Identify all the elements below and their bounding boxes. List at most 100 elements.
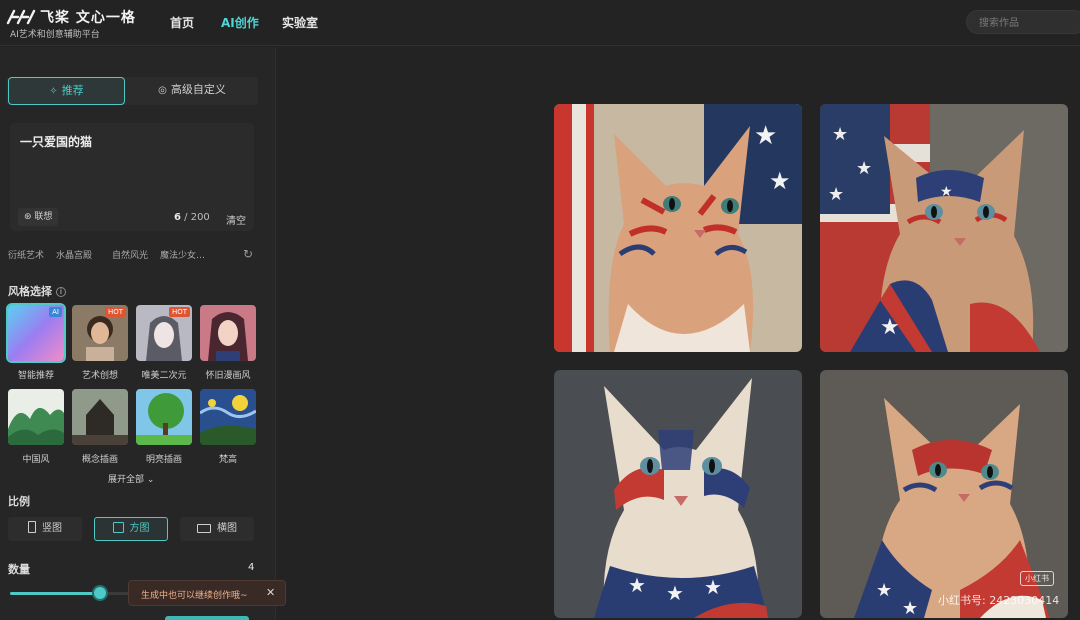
logo-mark-icon	[6, 9, 36, 25]
style-title: 风格选择 i	[8, 283, 66, 299]
tag-item[interactable]: 衍纸艺术	[8, 248, 44, 261]
svg-text:★: ★	[880, 315, 900, 340]
svg-text:★: ★	[704, 575, 722, 599]
svg-text:★: ★	[902, 598, 918, 618]
nav-home[interactable]: 首页	[170, 14, 194, 31]
result-image[interactable]: ★ ★ ★ ★ ★	[820, 104, 1068, 352]
style-thumb	[200, 305, 256, 361]
svg-text:★: ★	[832, 124, 848, 145]
style-label: 怀旧漫画风	[205, 371, 251, 381]
quantity-value: 4	[248, 562, 255, 573]
style-card-van-gogh[interactable]: 梵高	[200, 389, 256, 465]
chevron-down-icon: ⌄	[146, 475, 155, 485]
slider-fill	[10, 592, 100, 595]
style-card-anime[interactable]: HOT 唯美二次元	[136, 305, 192, 381]
cat-flag-image: ★ ★ ★	[554, 104, 802, 352]
result-image[interactable]: ★ ★ ★	[554, 370, 802, 618]
style-label: 智能推荐	[17, 371, 54, 381]
associate-button[interactable]: ⊛ 联想	[18, 208, 59, 226]
style-label: 中国风	[22, 455, 50, 465]
svg-text:★: ★	[856, 158, 872, 179]
style-title-text: 风格选择	[8, 285, 52, 298]
style-card-chinese[interactable]: 中国风	[8, 389, 64, 465]
concept-thumbnail	[72, 389, 128, 445]
style-card-smart[interactable]: AI 智能推荐	[6, 303, 66, 381]
square-icon	[112, 522, 124, 533]
style-card-art[interactable]: HOT 艺术创想	[72, 305, 128, 381]
svg-text:★: ★	[769, 167, 791, 195]
style-card-concept[interactable]: 概念插画	[72, 389, 128, 465]
style-thumb: AI	[6, 303, 66, 363]
quantity-title: 数量	[8, 563, 30, 576]
svg-text:★: ★	[666, 581, 684, 605]
info-icon[interactable]: i	[56, 287, 66, 297]
ratio-square[interactable]: 方图	[94, 517, 168, 541]
chinese-style-thumbnail	[8, 389, 64, 445]
van-gogh-thumbnail	[200, 389, 256, 445]
style-thumb	[200, 389, 256, 445]
tab-advanced-label: 高级自定义	[170, 83, 226, 96]
bright-thumbnail	[136, 389, 192, 445]
nav-ai-create[interactable]: AI创作	[221, 14, 259, 31]
tab-recommend[interactable]: ✧ 推荐	[8, 77, 125, 105]
associate-label: 联想	[34, 212, 53, 222]
generate-button[interactable]	[165, 616, 249, 620]
tab-recommend-label: 推荐	[61, 84, 84, 97]
search-input[interactable]	[979, 12, 1075, 35]
ratio-label: 横图	[217, 523, 237, 534]
clear-button[interactable]: 清空	[226, 212, 246, 227]
toast-text: 生成中也可以继续创作哦~	[141, 591, 248, 601]
expand-label: 展开全部	[108, 475, 145, 485]
style-card-retro-comic[interactable]: 怀旧漫画风	[200, 305, 256, 381]
ratio-label: 竖图	[42, 523, 62, 534]
ratio-portrait[interactable]: 竖图	[8, 517, 82, 541]
tag-item[interactable]: 自然风光	[112, 248, 148, 261]
nav-lab[interactable]: 实验室	[282, 14, 318, 31]
style-label: 艺术创想	[81, 371, 118, 381]
prompt-textarea[interactable]: 一只爱国的猫 ⊛ 联想 6 / 200 清空	[10, 123, 254, 231]
ratio-label: 方图	[129, 523, 150, 534]
ratio-title: 比例	[8, 495, 30, 508]
svg-text:★: ★	[628, 573, 646, 597]
style-label: 概念插画	[81, 455, 118, 465]
slider-handle[interactable]	[92, 585, 108, 601]
close-icon[interactable]: ✕	[266, 586, 275, 599]
ai-badge: AI	[49, 307, 62, 317]
logo[interactable]: 飞桨 文心一格 AI艺术和创意辅助平台	[6, 6, 136, 40]
quantity-slider[interactable]	[10, 592, 130, 595]
associate-icon: ⊛	[24, 212, 35, 222]
style-card-bright[interactable]: 明亮插画	[136, 389, 192, 465]
sparkle-icon: ✧	[49, 86, 58, 97]
result-image[interactable]: ★ ★ ★	[554, 104, 802, 352]
logo-subtitle: AI艺术和创意辅助平台	[10, 30, 100, 40]
watermark-text: 小红书号: 2423030414	[938, 594, 1060, 607]
hot-badge: HOT	[168, 307, 190, 317]
refresh-icon[interactable]: ↻	[243, 247, 253, 261]
style-label: 梵高	[218, 455, 237, 465]
svg-text:★: ★	[828, 184, 844, 205]
style-thumb: HOT	[72, 305, 128, 361]
suggested-tags: 衍纸艺术 水晶宫殿 自然风光 魔法少女… ↻	[8, 247, 256, 264]
hot-badge: HOT	[104, 307, 126, 317]
char-counter: 6 / 200	[174, 212, 210, 223]
svg-text:★: ★	[876, 580, 892, 601]
toast-notice: 生成中也可以继续创作哦~ ✕	[128, 580, 286, 606]
search-box[interactable]	[966, 10, 1080, 35]
comic-thumbnail	[200, 305, 256, 361]
svg-text:★: ★	[940, 184, 953, 200]
tag-item[interactable]: 水晶宫殿	[56, 248, 92, 261]
expand-all-button[interactable]: 展开全部 ⌄	[108, 472, 154, 485]
cat-flag-image: ★ ★ ★ ★ ★	[820, 104, 1068, 352]
char-max: / 200	[184, 212, 210, 223]
style-thumb	[72, 389, 128, 445]
mode-tabs: ✧ 推荐 ◎ 高级自定义	[6, 77, 258, 105]
watermark-logo: 小红书	[1020, 571, 1054, 586]
logo-name: 飞桨 文心一格	[40, 10, 136, 26]
landscape-icon	[197, 524, 211, 533]
tag-item[interactable]: 魔法少女…	[160, 248, 205, 261]
tab-advanced[interactable]: ◎ 高级自定义	[130, 77, 254, 105]
prompt-text[interactable]: 一只爱国的猫	[20, 133, 92, 150]
ratio-landscape[interactable]: 横图	[180, 517, 254, 541]
svg-text:★: ★	[754, 121, 777, 151]
char-count: 6	[174, 212, 181, 223]
